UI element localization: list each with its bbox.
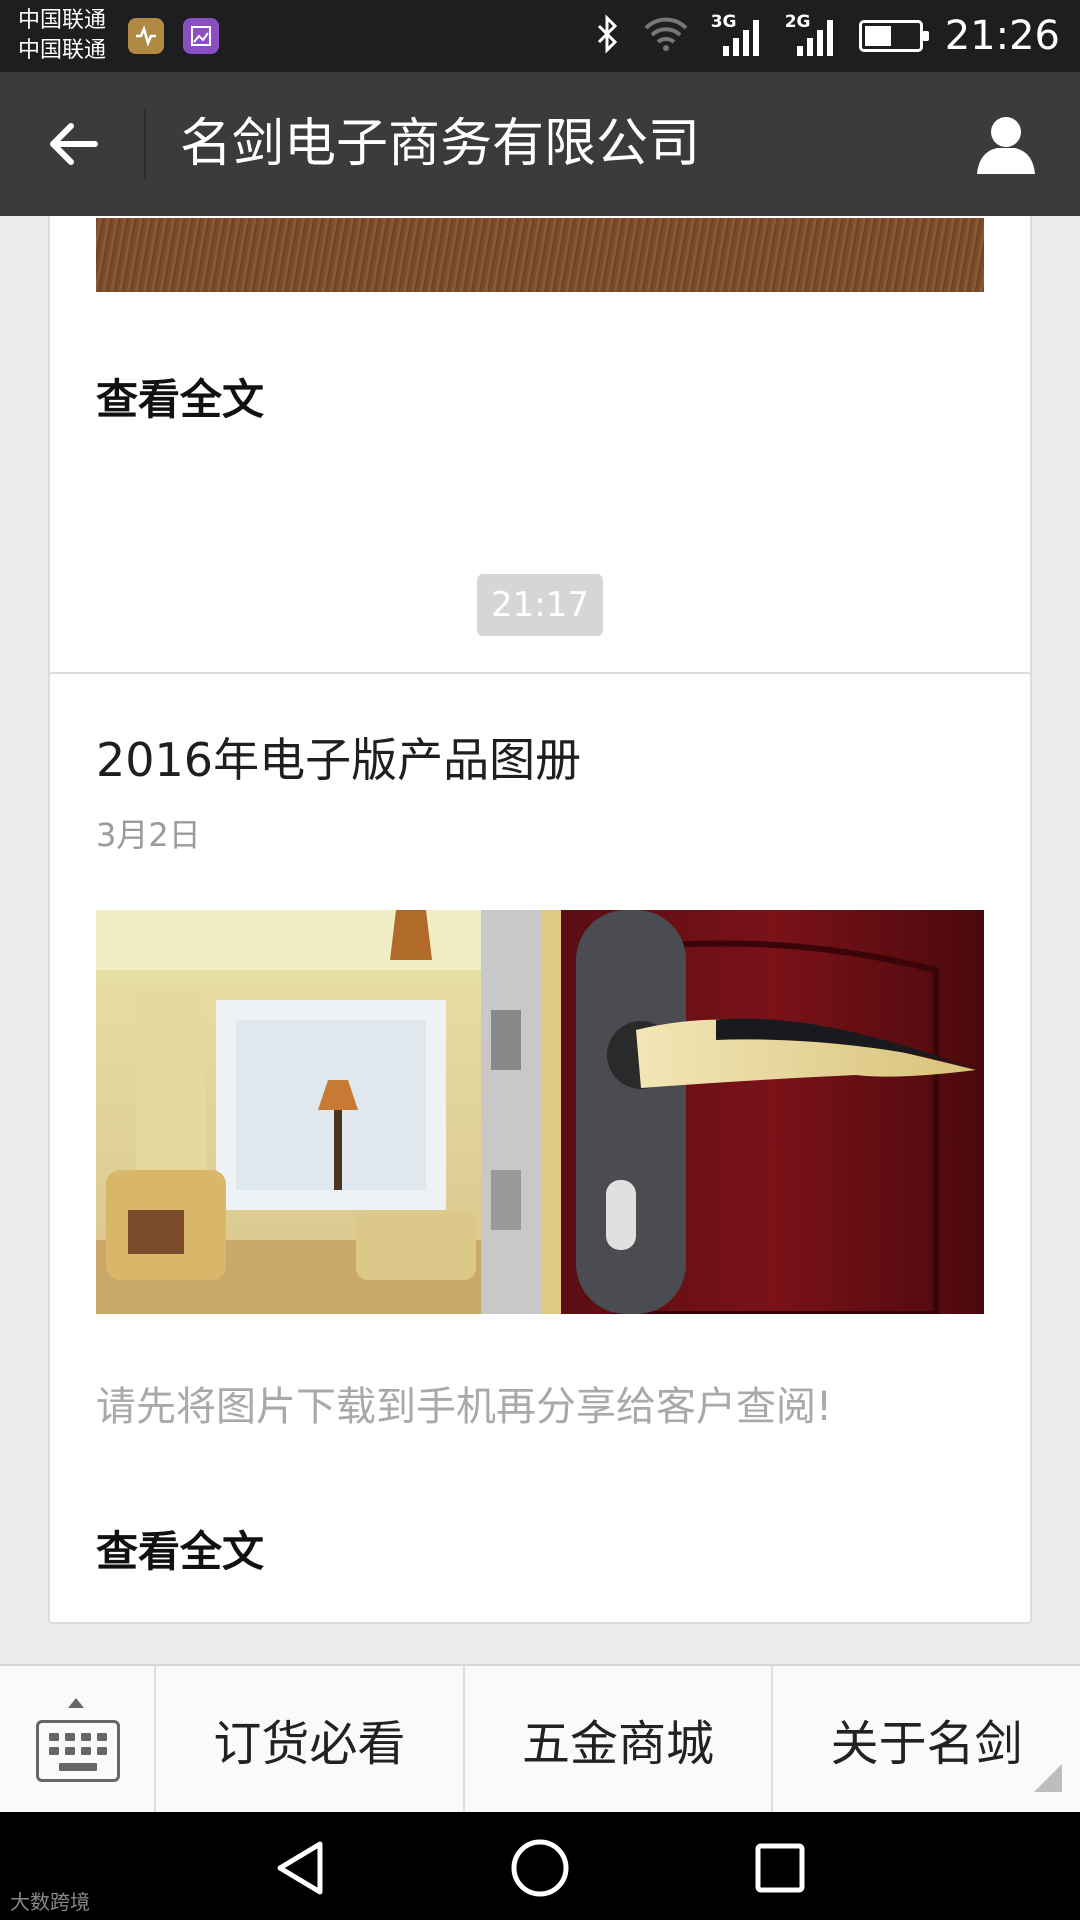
back-button[interactable] — [30, 104, 116, 184]
square-recents-icon — [755, 1843, 805, 1893]
gallery-app-icon — [183, 18, 219, 54]
nav-recents-button[interactable] — [740, 1836, 820, 1900]
submenu-indicator-icon — [1034, 1764, 1063, 1792]
title-bar: 名剑电子商务有限公司 — [0, 72, 1080, 216]
article-cover-image[interactable] — [96, 910, 984, 1314]
wifi-icon — [643, 16, 689, 56]
triangle-back-icon — [277, 1841, 323, 1895]
message-timestamp: 21:17 — [477, 574, 603, 636]
system-navigation-bar: 大数跨境 — [0, 1812, 1080, 1920]
watermark-text: 大数跨境 — [10, 1890, 90, 1914]
network-type-3g: 3G — [710, 12, 737, 32]
menu-item-about[interactable]: 关于名剑 — [773, 1666, 1080, 1812]
read-full-article-link[interactable]: 查看全文 — [96, 366, 264, 427]
bottom-menu-bar: 订货必看 五金商城 关于名剑 — [0, 1664, 1080, 1812]
keyboard-icon — [36, 1720, 120, 1782]
health-app-icon — [128, 18, 164, 54]
profile-button[interactable] — [968, 108, 1044, 180]
page-title: 名剑电子商务有限公司 — [180, 114, 701, 174]
title-divider — [144, 108, 146, 180]
menu-item-ordering-guide[interactable]: 订货必看 — [156, 1666, 465, 1812]
signal-3g: 3G — [710, 12, 763, 58]
read-full-article-link[interactable]: 查看全文 — [96, 1518, 264, 1579]
battery-icon — [858, 20, 929, 52]
person-icon — [977, 117, 1035, 174]
menu-item-label: 五金商城 — [522, 1716, 715, 1772]
carrier-2: 中国联通 — [18, 38, 107, 63]
article-date: 3月2日 — [96, 816, 201, 854]
article-description: 请先将图片下载到手机再分享给客户查阅! — [96, 1384, 833, 1430]
article-cover-image — [96, 218, 984, 292]
menu-item-hardware-mall[interactable]: 五金商城 — [465, 1666, 774, 1812]
article-title[interactable]: 2016年电子版产品图册 — [96, 724, 581, 790]
carrier-labels: 中国联通 中国联通 — [18, 6, 106, 66]
carrier-1: 中国联通 — [18, 8, 107, 33]
status-clock: 21:26 — [944, 13, 1060, 59]
status-bar: 中国联通 中国联通 3G 2G 21:26 — [0, 0, 1080, 72]
keyboard-toggle-button[interactable] — [0, 1666, 156, 1812]
nav-back-button[interactable] — [260, 1836, 340, 1900]
caret-up-icon — [68, 1698, 84, 1708]
bluetooth-icon — [593, 14, 621, 58]
network-type-2g: 2G — [784, 12, 811, 32]
nav-home-button[interactable] — [500, 1836, 580, 1900]
circle-home-icon — [511, 1839, 569, 1897]
menu-item-label: 订货必看 — [213, 1716, 406, 1772]
message-list[interactable]: 查看全文 21:17 2016年电子版产品图册 3月2日 请先将图片下载到手机再… — [0, 216, 1080, 1664]
signal-2g: 2G — [784, 12, 837, 58]
menu-item-label: 关于名剑 — [830, 1716, 1023, 1772]
back-arrow-icon — [50, 123, 98, 165]
article-card[interactable]: 2016年电子版产品图册 3月2日 请先将图片下载到手机再分享给客户查阅! 查看… — [48, 672, 1032, 1624]
